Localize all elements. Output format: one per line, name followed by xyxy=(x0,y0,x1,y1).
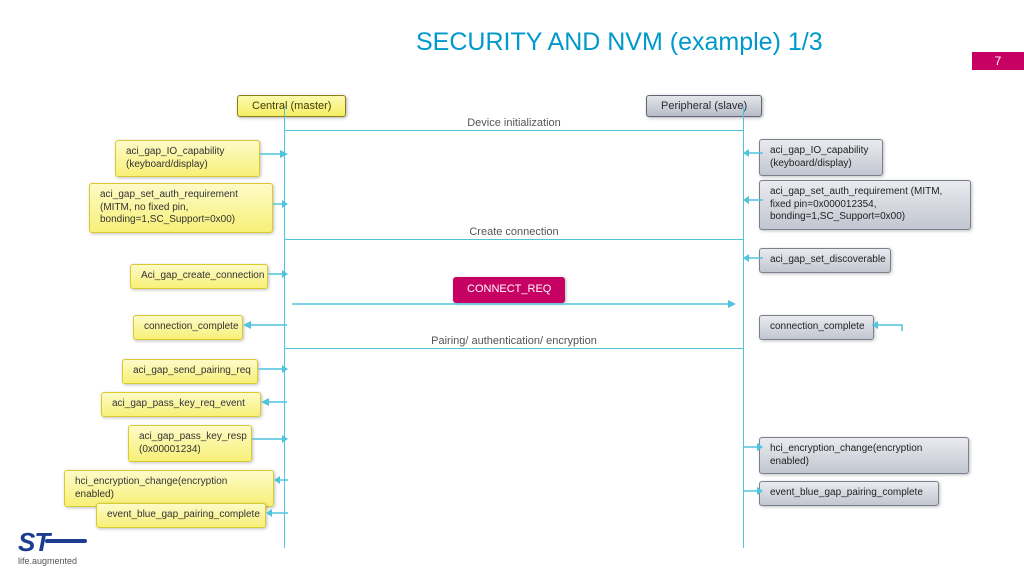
periph-pair-complete-box: event_blue_gap_pairing_complete xyxy=(759,481,939,506)
section-init-label: Device initialization xyxy=(414,117,614,129)
central-auth-box: aci_gap_set_auth_requirement (MITM, no f… xyxy=(89,183,273,233)
periph-auth-box: aci_gap_set_auth_requirement (MITM, fixe… xyxy=(759,180,971,230)
divider xyxy=(284,239,743,240)
divider xyxy=(284,130,743,131)
lifeline-central xyxy=(284,106,285,548)
page-number-badge: 7 xyxy=(972,52,1024,70)
central-enc-change-box: hci_encryption_change(encryption enabled… xyxy=(64,470,274,507)
lifeline-header-peripheral: Peripheral (slave) xyxy=(646,95,762,117)
central-create-conn-box: Aci_gap_create_connection xyxy=(130,264,268,289)
central-send-pair-box: aci_gap_send_pairing_req xyxy=(122,359,258,384)
lifeline-header-central: Central (master) xyxy=(237,95,346,117)
lifeline-peripheral xyxy=(743,106,744,548)
logo-tagline: life.augmented xyxy=(18,556,87,566)
section-pair-label: Pairing/ authentication/ encryption xyxy=(414,335,614,347)
periph-discoverable-box: aci_gap_set_discoverable xyxy=(759,248,891,273)
central-io-box: aci_gap_IO_capability (keyboard/display) xyxy=(115,140,260,177)
periph-conn-complete-box: connection_complete xyxy=(759,315,874,340)
central-conn-complete-box: connection_complete xyxy=(133,315,243,340)
section-connect-label: Create connection xyxy=(414,226,614,238)
periph-io-box: aci_gap_IO_capability (keyboard/display) xyxy=(759,139,883,176)
page-title: SECURITY AND NVM (example) 1/3 xyxy=(416,28,823,57)
periph-enc-change-box: hci_encryption_change(encryption enabled… xyxy=(759,437,969,474)
central-passkey-evt-box: aci_gap_pass_key_req_event xyxy=(101,392,261,417)
brand-logo: ST life.augmented xyxy=(18,527,87,566)
divider xyxy=(284,348,743,349)
central-passkey-resp-box: aci_gap_pass_key_resp (0x00001234) xyxy=(128,425,252,462)
central-pair-complete-box: event_blue_gap_pairing_complete xyxy=(96,503,266,528)
connect-req-msg: CONNECT_REQ xyxy=(453,277,565,303)
